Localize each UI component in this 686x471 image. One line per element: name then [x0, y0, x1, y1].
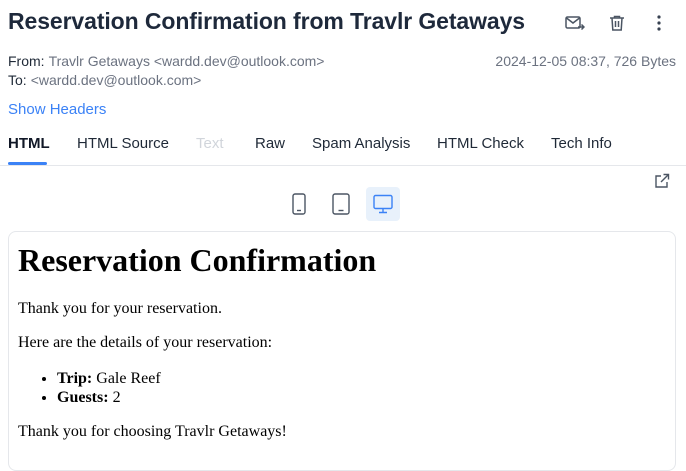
tab-html-source[interactable]: HTML Source	[77, 135, 169, 152]
tablet-view-button[interactable]	[324, 187, 358, 221]
from-label: From:	[8, 53, 45, 69]
preview-heading: Reservation Confirmation	[18, 242, 377, 278]
more-vertical-icon	[657, 15, 661, 31]
reservation-details-list: Trip: Gale Reef Guests: 2	[35, 369, 161, 407]
tab-spam-analysis[interactable]: Spam Analysis	[312, 135, 410, 152]
detail-value: Gale Reef	[96, 370, 161, 387]
detail-label: Guests:	[57, 389, 109, 406]
preview-paragraph-details-intro: Here are the details of your reservation…	[18, 334, 273, 351]
tab-text: Text	[196, 135, 224, 152]
active-tab-indicator	[8, 162, 47, 165]
detail-value: 2	[112, 389, 121, 406]
list-item: Guests: 2	[57, 388, 161, 407]
more-button[interactable]	[648, 12, 670, 34]
to-value: <wardd.dev@outlook.com>	[30, 72, 202, 88]
date-size: 2024-12-05 08:37, 726 Bytes	[495, 53, 676, 69]
email-preview: Reservation Confirmation Thank you for y…	[8, 231, 676, 471]
detail-label: Trip:	[57, 370, 93, 387]
header-actions	[564, 12, 670, 34]
to-row: To: <wardd.dev@outlook.com>	[8, 72, 201, 88]
preview-paragraph-thanks: Thank you for your reservation.	[18, 300, 222, 317]
trash-icon	[610, 15, 624, 31]
tablet-icon	[332, 193, 350, 215]
tab-html-check[interactable]: HTML Check	[437, 135, 524, 152]
desktop-view-button[interactable]	[366, 187, 400, 221]
open-new-window-button[interactable]	[654, 173, 672, 191]
delete-button[interactable]	[606, 12, 628, 34]
desktop-icon	[373, 194, 393, 214]
to-label: To:	[8, 72, 27, 88]
phone-icon	[292, 193, 306, 215]
external-link-icon	[655, 173, 670, 188]
tab-raw[interactable]: Raw	[255, 135, 285, 152]
from-value: Travlr Getaways <wardd.dev@outlook.com>	[48, 53, 325, 69]
tab-bar: HTML HTML Source Text Raw Spam Analysis …	[0, 128, 686, 166]
tab-html[interactable]: HTML	[8, 135, 50, 152]
preview-paragraph-closing: Thank you for choosing Travlr Getaways!	[18, 423, 287, 440]
device-switcher	[282, 187, 400, 221]
forward-icon	[565, 16, 585, 31]
phone-view-button[interactable]	[282, 187, 316, 221]
show-headers-link[interactable]: Show Headers	[8, 101, 106, 118]
email-subject: Reservation Confirmation from Travlr Get…	[8, 8, 525, 34]
list-item: Trip: Gale Reef	[57, 369, 161, 388]
tab-tech-info[interactable]: Tech Info	[551, 135, 612, 152]
from-row: From: Travlr Getaways <wardd.dev@outlook.…	[8, 53, 324, 69]
forward-button[interactable]	[564, 12, 586, 34]
